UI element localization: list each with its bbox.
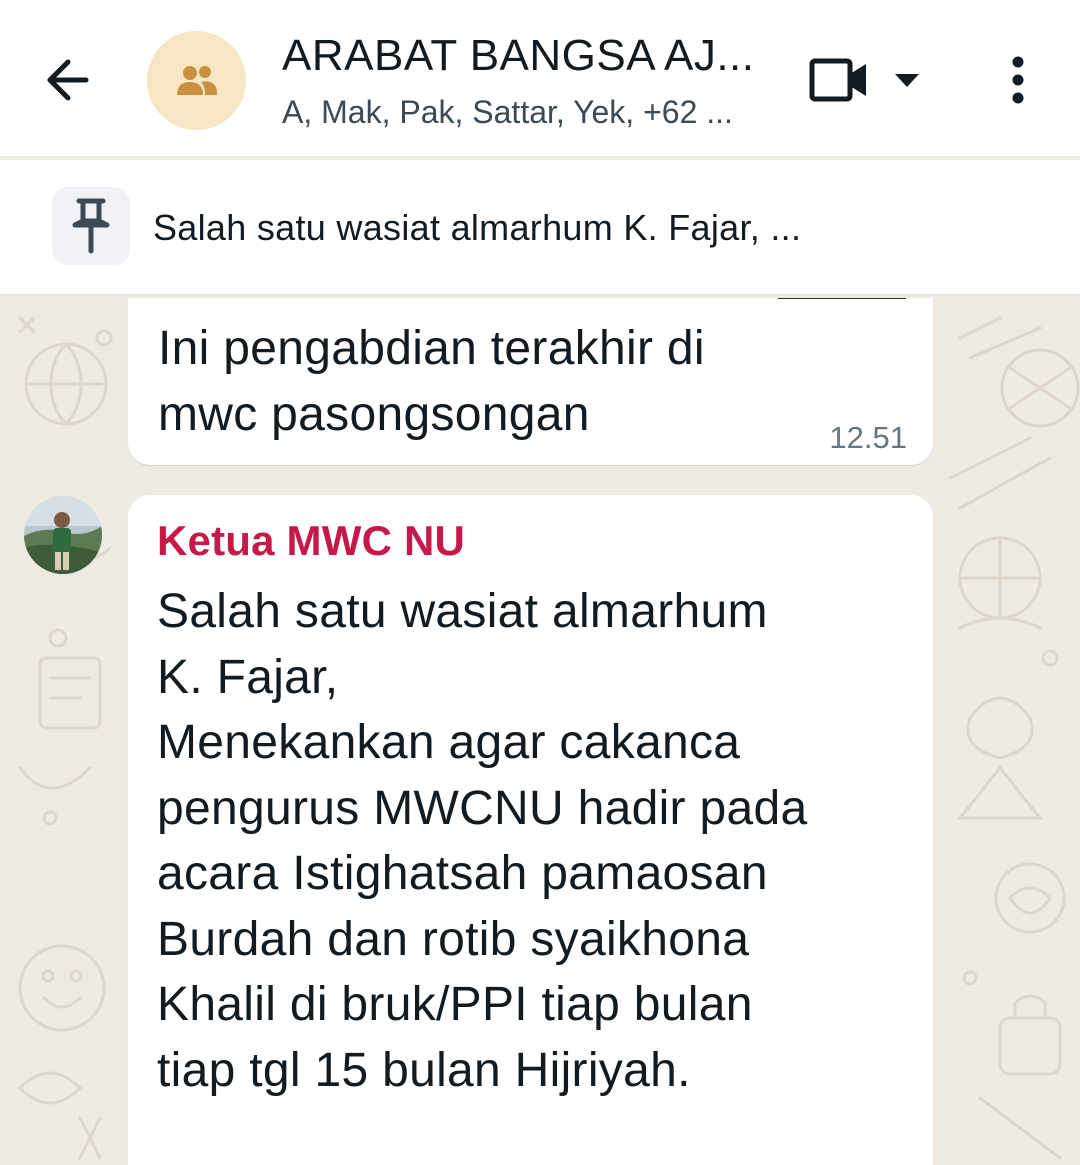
group-avatar[interactable] — [147, 31, 246, 130]
message-text: Ini pengabdian terakhir di mwc pasongson… — [158, 322, 705, 441]
video-call-icon — [809, 58, 866, 102]
more-vert-icon[interactable] — [995, 50, 1041, 110]
back-arrow-icon[interactable] — [38, 50, 98, 110]
pinned-message-text: Salah satu wasiat almarhum K. Fajar, ... — [153, 207, 802, 248]
group-name: ARABAT BANGSA AJ... — [282, 31, 755, 80]
sender-avatar[interactable] — [24, 496, 102, 574]
underline-fragment — [778, 298, 906, 299]
chat-title-block[interactable]: ARABAT BANGSA AJ... A, Mak, Pak, Sattar,… — [282, 30, 782, 132]
pin-icon — [72, 198, 110, 254]
message-bubble[interactable]: Ketua MWC NU Salah satu wasiat almarhum … — [128, 495, 933, 1165]
video-call-button[interactable] — [808, 52, 928, 108]
group-members: A, Mak, Pak, Sattar, Yek, +62 ... — [282, 94, 733, 130]
sender-name[interactable]: Ketua MWC NU — [157, 517, 465, 565]
dropdown-caret-icon — [895, 74, 919, 87]
message-bubble[interactable]: Ini pengabdian terakhir di mwc pasongson… — [128, 298, 933, 465]
group-icon — [176, 65, 217, 95]
chat-area[interactable]: Ini pengabdian terakhir di mwc pasongson… — [0, 298, 1080, 1165]
chat-header: ARABAT BANGSA AJ... A, Mak, Pak, Sattar,… — [0, 0, 1080, 158]
message-text: Salah satu wasiat almarhum K. Fajar, Men… — [157, 585, 808, 1097]
message-time: 12.51 — [829, 420, 907, 455]
pin-icon-box — [52, 187, 130, 265]
pinned-message-bar[interactable]: Salah satu wasiat almarhum K. Fajar, ... — [0, 160, 1080, 296]
